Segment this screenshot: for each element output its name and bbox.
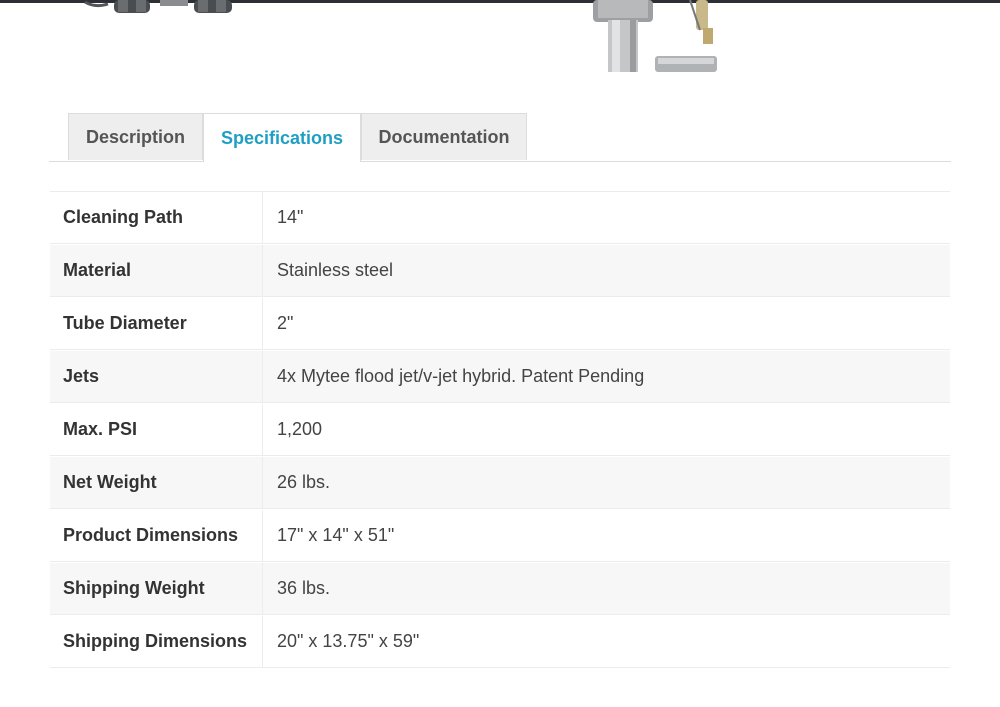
table-row: Net Weight 26 lbs. — [50, 457, 950, 509]
product-image-strip — [0, 0, 1000, 80]
spec-key: Tube Diameter — [50, 298, 263, 349]
table-row: Product Dimensions 17" x 14" x 51" — [50, 510, 950, 562]
spec-key: Cleaning Path — [50, 192, 263, 243]
spec-key: Max. PSI — [50, 404, 263, 455]
table-row: Jets 4x Mytee flood jet/v-jet hybrid. Pa… — [50, 351, 950, 403]
product-tabs: Description Specifications Documentation — [49, 113, 951, 162]
table-row: Material Stainless steel — [50, 245, 950, 297]
product-page: Description Specifications Documentation… — [0, 0, 1000, 707]
table-row: Shipping Dimensions 20" x 13.75" x 59" — [50, 616, 950, 668]
spec-value: 36 lbs. — [277, 578, 331, 598]
spec-key: Jets — [50, 351, 263, 402]
spec-value: 14" — [277, 207, 304, 227]
spec-key: Net Weight — [50, 457, 263, 508]
spec-value: 26 lbs. — [277, 472, 331, 492]
spec-value: 20" x 13.75" x 59" — [277, 631, 420, 651]
spec-key: Material — [50, 245, 263, 296]
spec-value: 2" — [277, 313, 294, 333]
table-row: Shipping Weight 36 lbs. — [50, 563, 950, 615]
spec-value: 4x Mytee flood jet/v-jet hybrid. Patent … — [277, 366, 645, 386]
product-image-left[interactable] — [84, 0, 232, 13]
tab-description[interactable]: Description — [68, 113, 203, 160]
spec-value: 1,200 — [277, 419, 323, 439]
spec-key: Product Dimensions — [50, 510, 263, 561]
spec-value: Stainless steel — [277, 260, 394, 280]
table-row: Cleaning Path 14" — [50, 192, 950, 244]
spec-key: Shipping Dimensions — [50, 616, 263, 667]
specifications-table: Cleaning Path 14" Material Stainless ste… — [50, 191, 950, 668]
tab-specifications[interactable]: Specifications — [203, 113, 361, 162]
tab-documentation[interactable]: Documentation — [361, 113, 527, 160]
table-row: Tube Diameter 2" — [50, 298, 950, 350]
spec-value: 17" x 14" x 51" — [277, 525, 395, 545]
spec-key: Shipping Weight — [50, 563, 263, 614]
table-row: Max. PSI 1,200 — [50, 404, 950, 456]
product-image-right[interactable] — [593, 0, 717, 72]
